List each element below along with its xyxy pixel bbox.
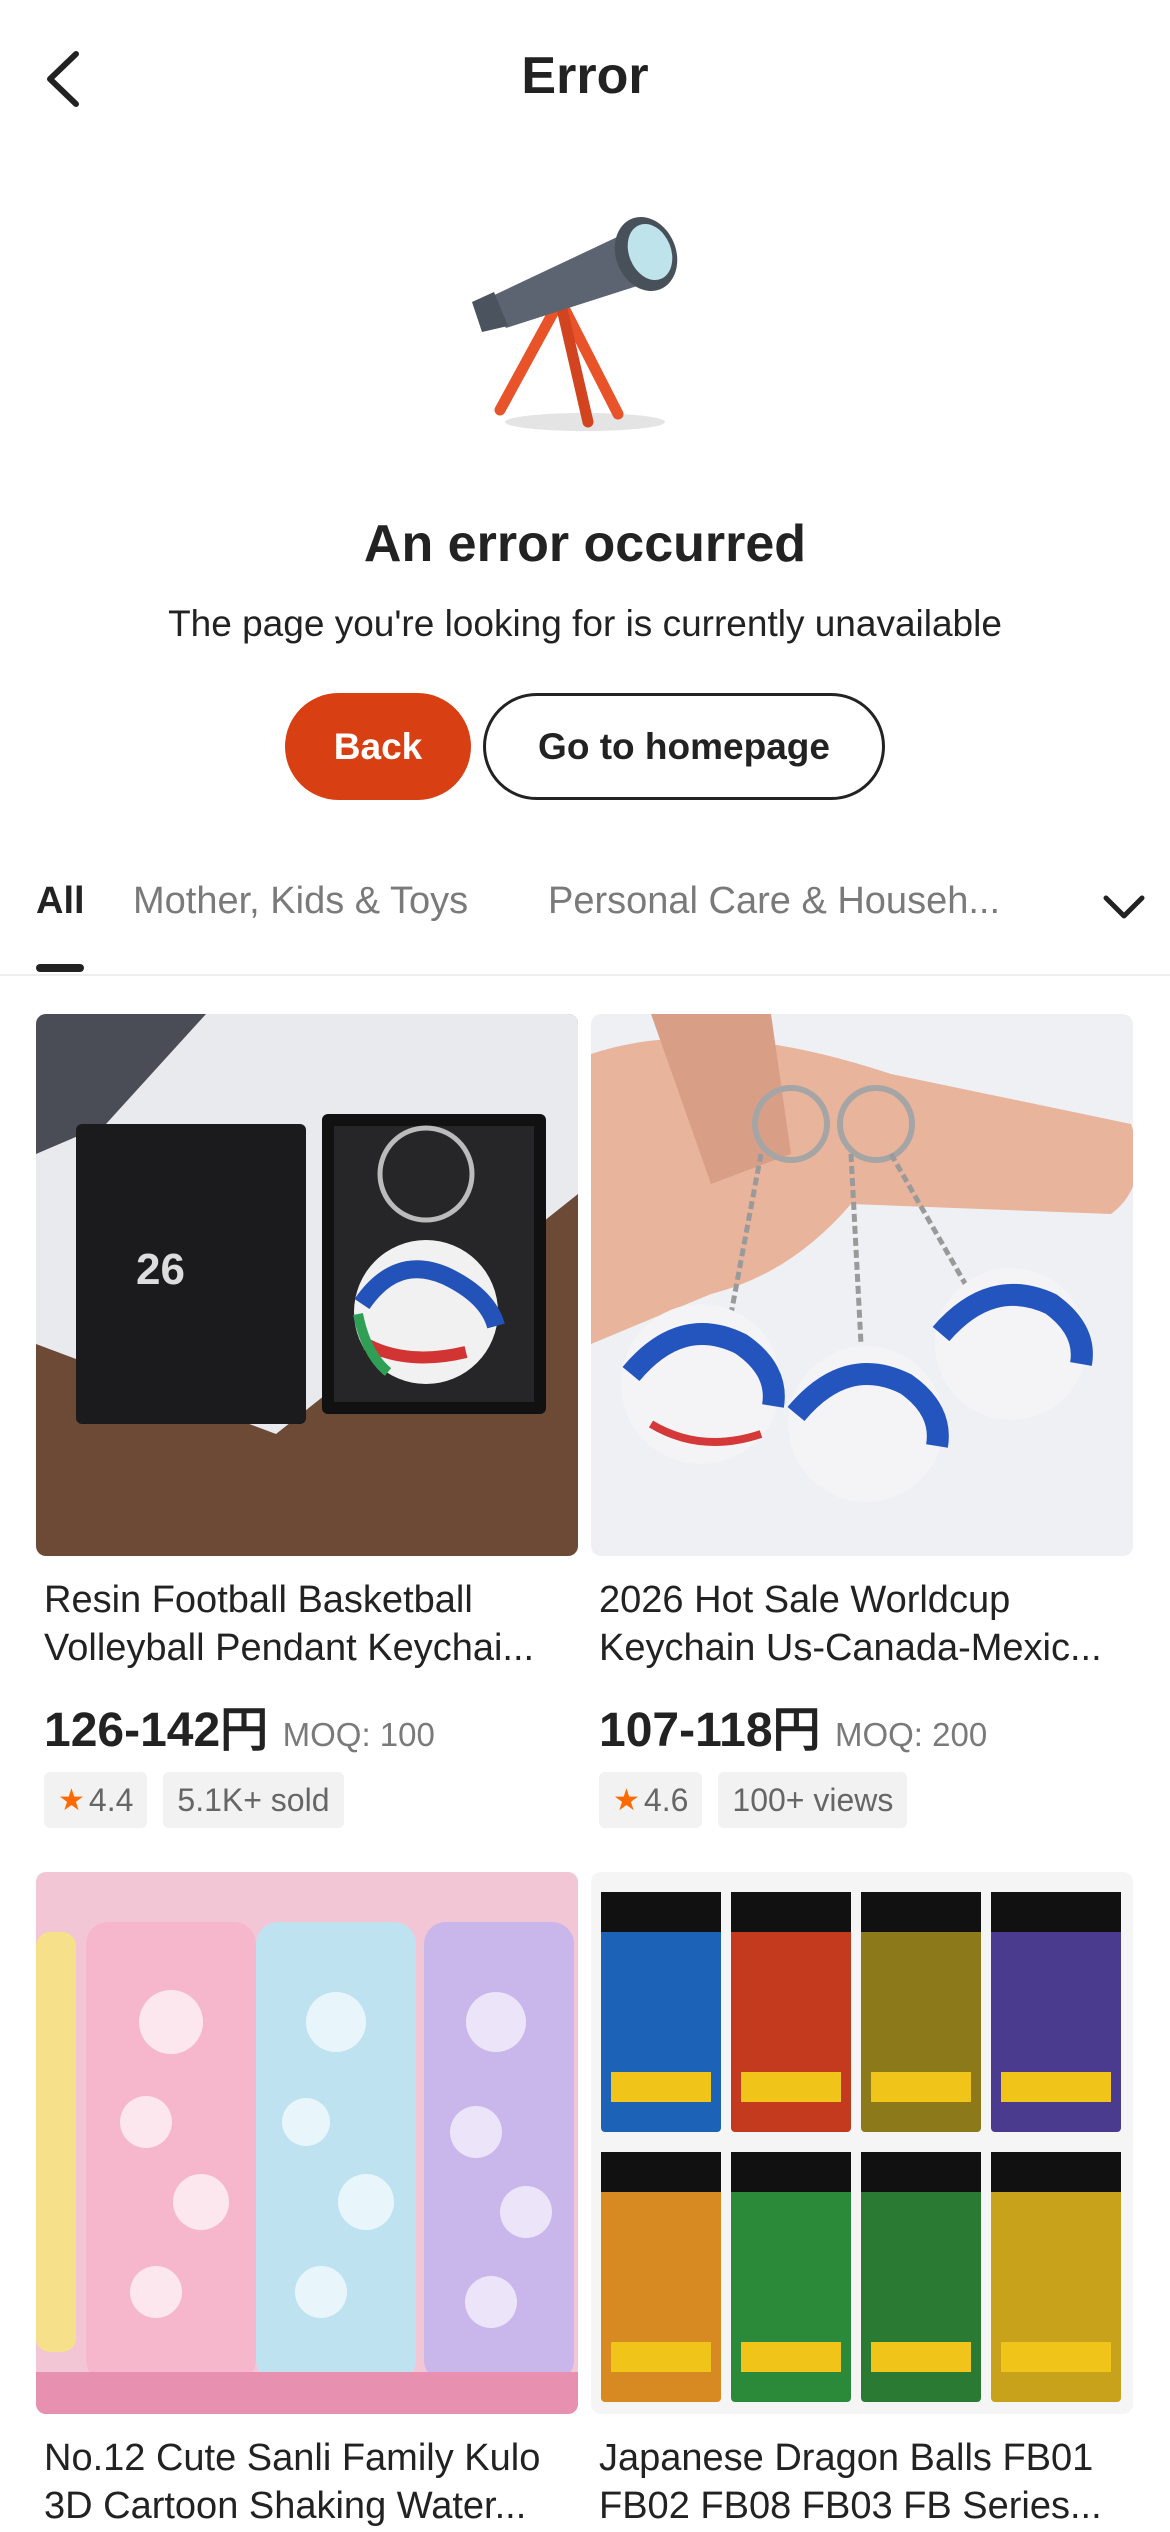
rating-badge: ★ 4.4 xyxy=(44,1772,148,1828)
rating-badge: ★ 4.6 xyxy=(599,1772,703,1828)
star-icon: ★ xyxy=(58,1783,85,1817)
product-title: 2026 Hot Sale Worldcup Keychain Us-Canad… xyxy=(599,1579,1102,1669)
product-image xyxy=(591,1872,1133,2414)
product-image xyxy=(36,1872,578,2414)
price-row: 126-142円 MOQ: 100 xyxy=(44,1690,435,1760)
product-meta: ★ 4.4 5.1K+ sold xyxy=(44,1772,344,1828)
product-image: 26 xyxy=(36,1014,578,1556)
product-moq: MOQ: 200 xyxy=(834,1716,988,1753)
tab-mother-kids-toys[interactable]: Mother, Kids & Toys xyxy=(133,880,468,923)
go-to-homepage-button[interactable]: Go to homepage xyxy=(483,693,885,800)
product-title: Resin Football Basketball Volleyball Pen… xyxy=(44,1579,535,1669)
svg-text:26: 26 xyxy=(136,1245,185,1294)
product-moq: MOQ: 100 xyxy=(282,1716,435,1753)
tab-personal-care[interactable]: Personal Care & Househ... xyxy=(548,880,1000,923)
stat-badge: 5.1K+ sold xyxy=(163,1772,344,1828)
back-button[interactable]: Back xyxy=(285,693,471,800)
active-tab-indicator xyxy=(36,964,84,972)
telescope-illustration xyxy=(460,190,710,440)
stat-badge: 100+ views xyxy=(718,1772,908,1828)
product-price: 107-118円 xyxy=(599,1704,821,1757)
error-message: The page you're looking for is currently… xyxy=(168,603,1002,644)
tab-all[interactable]: All xyxy=(36,880,85,923)
product-title: No.12 Cute Sanli Family Kulo 3D Cartoon … xyxy=(44,2437,541,2527)
header: Error xyxy=(0,0,1170,160)
product-image xyxy=(591,1014,1133,1556)
page-title: Error xyxy=(521,47,649,105)
product-price: 126-142円 xyxy=(44,1704,269,1757)
chevron-down-icon[interactable] xyxy=(1100,888,1148,928)
product-meta: ★ 4.6 100+ views xyxy=(599,1772,908,1828)
price-row: 107-118円 MOQ: 200 xyxy=(599,1690,987,1760)
error-heading: An error occurred xyxy=(363,515,807,573)
star-icon: ★ xyxy=(613,1783,640,1817)
product-title: Japanese Dragon Balls FB01 FB02 FB08 FB0… xyxy=(599,2437,1102,2527)
category-tabs: All Mother, Kids & Toys Personal Care & … xyxy=(0,860,1170,976)
